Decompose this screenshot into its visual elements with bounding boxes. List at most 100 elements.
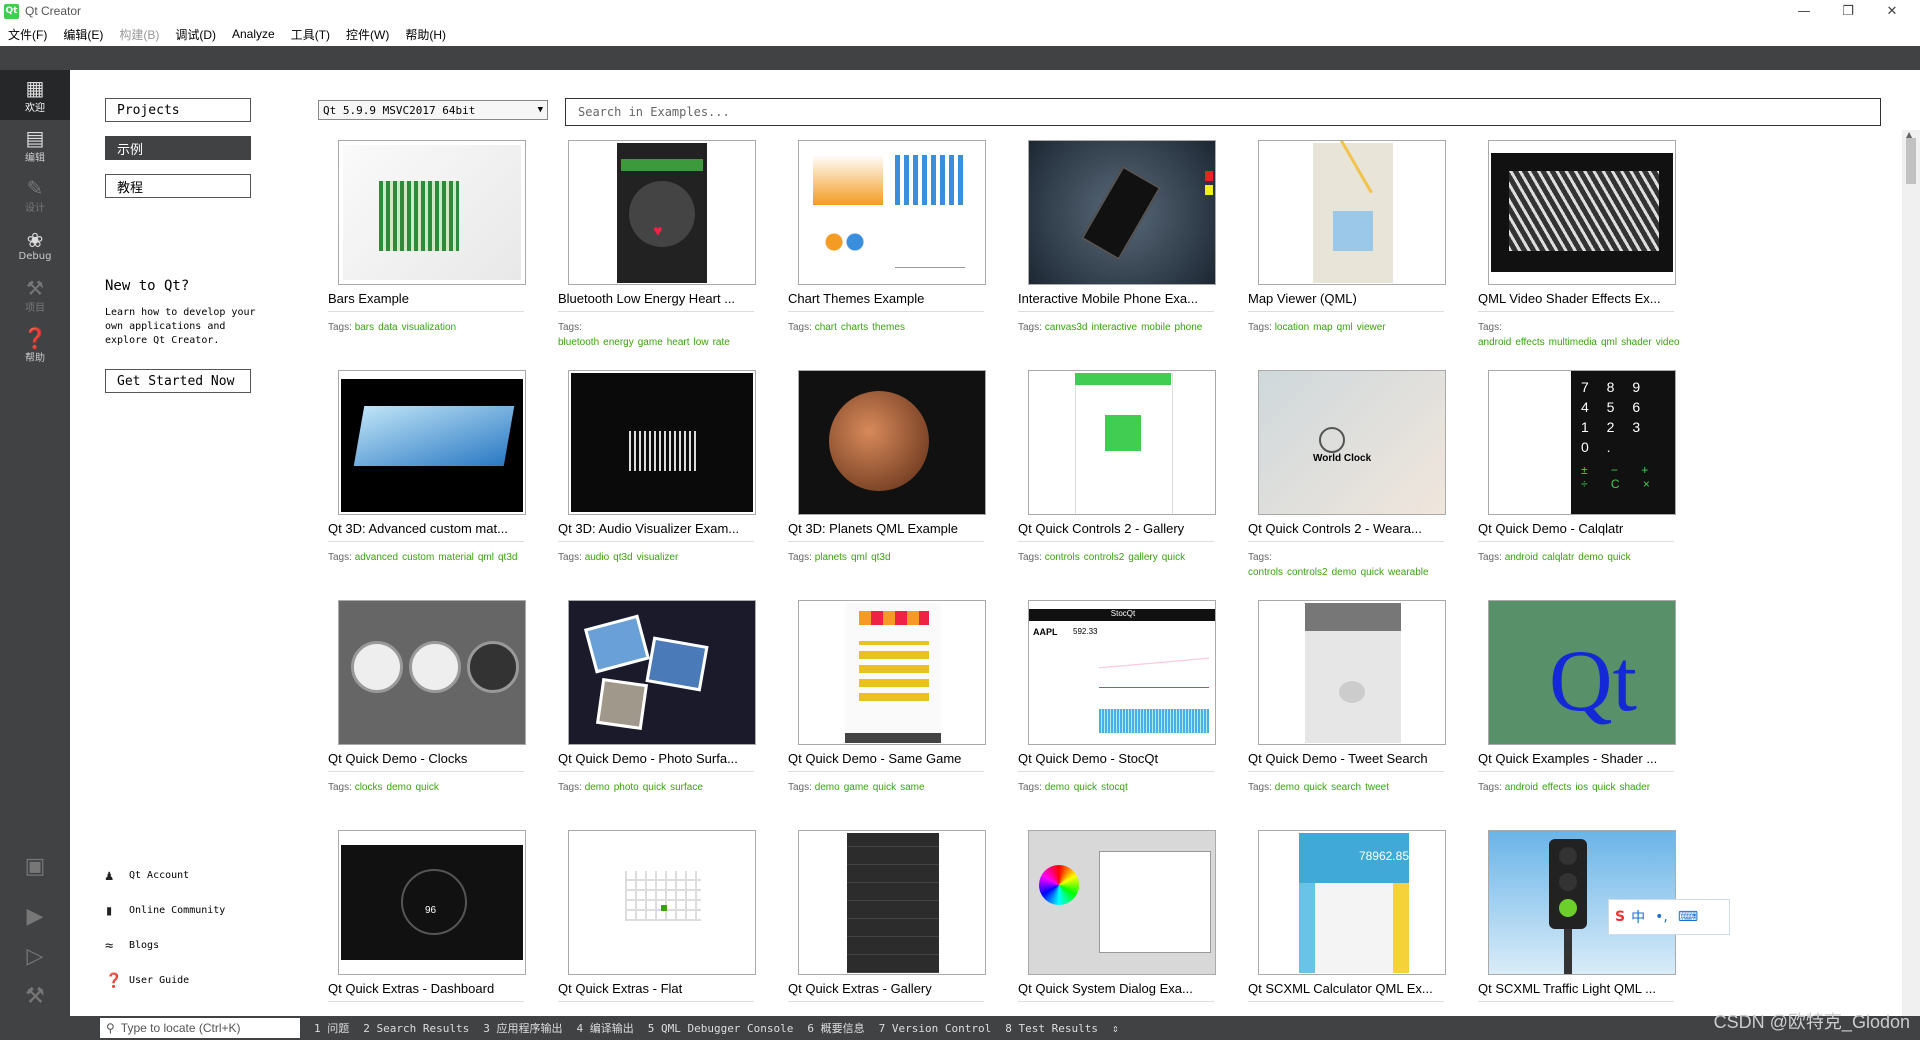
example-thumbnail[interactable] [798, 600, 986, 745]
tag-link[interactable]: quick [1361, 567, 1384, 578]
tag-link[interactable]: controls [1045, 552, 1080, 563]
qt-version-select[interactable]: Qt 5.9.9 MSVC2017 64bit ▼ [318, 100, 548, 120]
example-thumbnail[interactable] [338, 140, 526, 285]
tag-link[interactable]: quick [873, 782, 896, 793]
example-card[interactable]: Qt Quick System Dialog Exa... [1018, 830, 1218, 1016]
tag-link[interactable]: map [1313, 322, 1332, 333]
example-thumbnail[interactable] [1028, 830, 1216, 975]
pane-compile-output[interactable]: 4 编译输出 [576, 1020, 633, 1036]
example-card[interactable]: Qt Quick Demo - Same Game Tags: demo game q… [788, 600, 988, 820]
example-thumbnail[interactable] [798, 140, 986, 285]
example-card[interactable]: Qt Quick Demo - Photo Surfa... Tags: demo… [558, 600, 758, 820]
example-title[interactable]: Qt 3D: Planets QML Example [788, 521, 988, 536]
tag-link[interactable]: audio [585, 552, 609, 563]
tag-link[interactable]: rate [713, 337, 730, 348]
tag-link[interactable]: calqlatr [1542, 552, 1574, 563]
tag-link[interactable]: android [1478, 337, 1511, 348]
online-community-link[interactable]: ▮ Online Community [105, 893, 225, 928]
pane-version-control[interactable]: 7 Version Control [879, 1022, 992, 1035]
tag-link[interactable]: surface [670, 782, 703, 793]
tag-link[interactable]: charts [841, 322, 868, 333]
examples-search-input[interactable]: Search in Examples... [565, 98, 1881, 126]
example-card[interactable]: 78962.85 Qt SCXML Calculator QML Ex... [1248, 830, 1448, 1016]
tag-link[interactable]: multimedia [1549, 337, 1597, 348]
tag-link[interactable]: demo [1578, 552, 1603, 563]
tag-link[interactable]: heart [667, 337, 690, 348]
example-thumbnail[interactable] [568, 370, 756, 515]
pane-app-output[interactable]: 3 应用程序输出 [483, 1020, 562, 1036]
tag-link[interactable]: material [438, 552, 474, 563]
menu-window[interactable]: 控件(W) [338, 26, 397, 43]
tag-link[interactable]: shader [1621, 337, 1652, 348]
example-card[interactable]: Interactive Mobile Phone Exa... Tags: can… [1018, 140, 1218, 360]
example-thumbnail[interactable] [1258, 140, 1446, 285]
example-thumbnail[interactable]: ♥ [568, 140, 756, 285]
menu-build[interactable]: 构建(B) [111, 26, 167, 43]
example-title[interactable]: Qt Quick Demo - Calqlatr [1478, 521, 1678, 536]
example-thumbnail[interactable]: 7 8 9 4 5 6 1 2 3 0 . ± − + ÷ C × [1488, 370, 1676, 515]
qt-account-link[interactable]: ♟ Qt Account [105, 858, 225, 893]
example-card[interactable]: StocQt AAPL 592.33 Qt Quick Demo - StocQt Ta… [1018, 600, 1218, 820]
example-thumbnail[interactable] [338, 600, 526, 745]
vertical-scrollbar[interactable]: ▲ [1902, 130, 1920, 1016]
example-card[interactable]: 96 Qt Quick Extras - Dashboard [328, 830, 528, 1016]
example-title[interactable]: Qt Quick Demo - Photo Surfa... [558, 751, 758, 766]
menu-tools[interactable]: 工具(T) [283, 26, 338, 43]
tag-link[interactable]: quick [1304, 782, 1327, 793]
tag-link[interactable]: qml [851, 552, 867, 563]
user-guide-link[interactable]: ❓ User Guide [105, 963, 225, 998]
example-card[interactable]: World Clock Qt Quick Controls 2 - Weara..… [1248, 370, 1448, 590]
example-card[interactable]: Bars Example Tags: bars data visualization [328, 140, 528, 360]
tag-link[interactable]: low [694, 337, 709, 348]
tag-link[interactable]: demo [1275, 782, 1300, 793]
example-card[interactable]: Qt Qt Quick Examples - Shader ... Tags: an… [1478, 600, 1678, 820]
example-title[interactable]: Qt Quick System Dialog Exa... [1018, 981, 1218, 996]
menu-file[interactable]: 文件(F) [0, 26, 55, 43]
example-title[interactable]: Qt Quick Demo - Same Game [788, 751, 988, 766]
example-thumbnail[interactable] [568, 600, 756, 745]
tag-link[interactable]: stocqt [1101, 782, 1128, 793]
tag-link[interactable]: android [1505, 552, 1538, 563]
example-thumbnail[interactable]: StocQt AAPL 592.33 [1028, 600, 1216, 745]
tag-link[interactable]: controls2 [1287, 567, 1328, 578]
tag-link[interactable]: themes [872, 322, 905, 333]
tag-link[interactable]: visualizer [637, 552, 679, 563]
example-card[interactable]: Qt 3D: Audio Visualizer Exam... Tags: aud… [558, 370, 758, 590]
example-thumbnail[interactable] [338, 370, 526, 515]
tag-link[interactable]: tweet [1365, 782, 1389, 793]
example-title[interactable]: Qt 3D: Audio Visualizer Exam... [558, 521, 758, 536]
tag-link[interactable]: chart [815, 322, 837, 333]
tag-link[interactable]: qt3d [613, 552, 632, 563]
tag-link[interactable]: interactive [1092, 322, 1138, 333]
example-title[interactable]: Qt Quick Extras - Gallery [788, 981, 988, 996]
tutorials-button[interactable]: 教程 [105, 174, 251, 198]
example-title[interactable]: Qt Quick Extras - Flat [558, 981, 758, 996]
tag-link[interactable]: demo [1045, 782, 1070, 793]
tag-link[interactable]: search [1331, 782, 1361, 793]
example-title[interactable]: Chart Themes Example [788, 291, 988, 306]
menu-analyze[interactable]: Analyze [224, 27, 283, 41]
example-title[interactable]: Qt Quick Controls 2 - Weara... [1248, 521, 1448, 536]
tag-link[interactable]: controls [1248, 567, 1283, 578]
monitor-icon[interactable]: ▣ [0, 836, 70, 896]
mode-welcome[interactable]: ▦ 欢迎 [0, 70, 70, 120]
example-thumbnail[interactable] [1028, 370, 1216, 515]
locator-input[interactable]: ⚲ Type to locate (Ctrl+K) [100, 1018, 300, 1038]
tag-link[interactable]: bluetooth [558, 337, 599, 348]
example-thumbnail[interactable] [568, 830, 756, 975]
tag-link[interactable]: qml [1337, 322, 1353, 333]
example-title[interactable]: Qt Quick Demo - Clocks [328, 751, 528, 766]
menu-debug[interactable]: 调试(D) [167, 26, 224, 43]
tag-link[interactable]: quick [643, 782, 666, 793]
blogs-link[interactable]: ≈ Blogs [105, 928, 225, 963]
debug-run-icon[interactable]: ▷ [0, 936, 70, 976]
example-title[interactable]: Qt SCXML Calculator QML Ex... [1248, 981, 1448, 996]
example-thumbnail[interactable]: 96 [338, 830, 526, 975]
example-card[interactable]: Chart Themes Example Tags: chart charts the… [788, 140, 988, 360]
restore-icon[interactable]: ❐ [1828, 0, 1868, 22]
example-title[interactable]: Bluetooth Low Energy Heart ... [558, 291, 758, 306]
tag-link[interactable]: mobile [1141, 322, 1170, 333]
tag-link[interactable]: effects [1515, 337, 1544, 348]
tag-link[interactable]: demo [815, 782, 840, 793]
example-title[interactable]: QML Video Shader Effects Ex... [1478, 291, 1678, 306]
